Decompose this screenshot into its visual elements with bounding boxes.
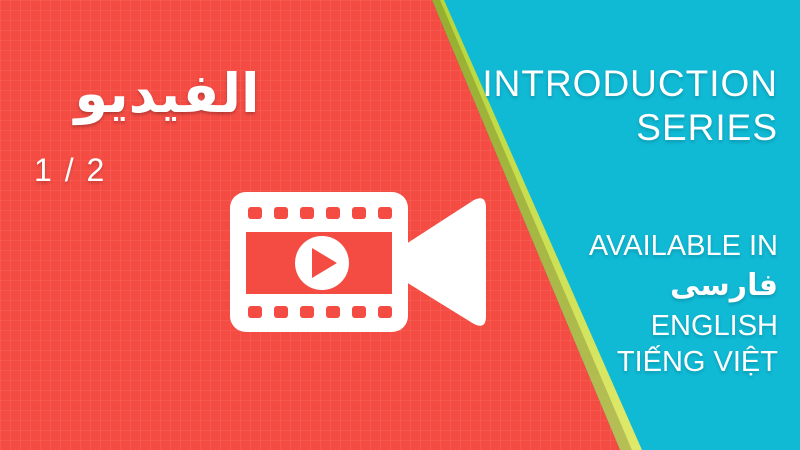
thumbnail-canvas: الفیدیو 1 / 2 INTRODUCTION SERIES AVAILA…	[0, 0, 800, 450]
available-label: AVAILABLE IN	[588, 230, 778, 262]
part-indicator: 1 / 2	[34, 152, 107, 188]
language-vietnamese: TIẾNG VIỆT	[616, 346, 778, 378]
series-title-line1: INTRODUCTION	[482, 63, 778, 104]
series-title-line2: SERIES	[636, 107, 778, 148]
language-persian: فارسی	[669, 268, 778, 303]
language-english: ENGLISH	[650, 310, 778, 342]
title-arabic: الفیدیو	[74, 62, 260, 125]
